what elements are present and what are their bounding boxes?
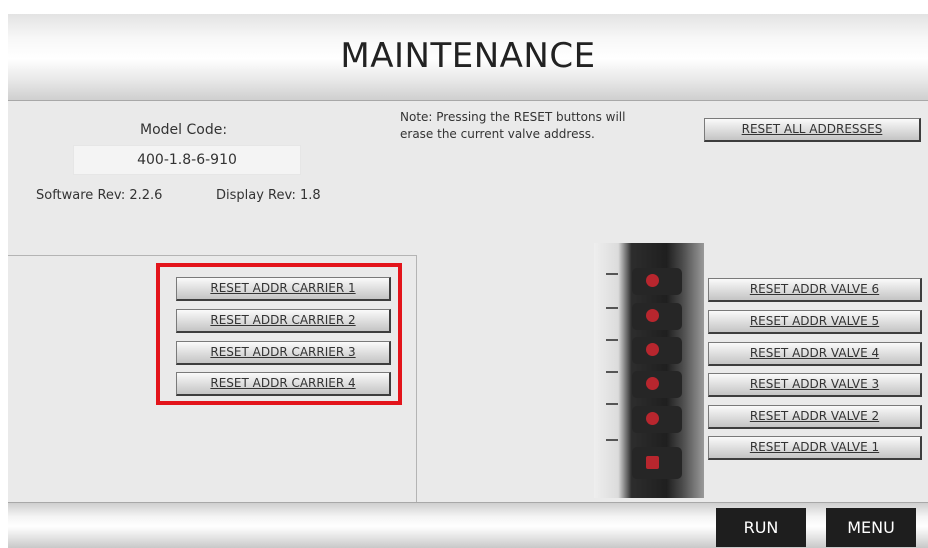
carrier-buttons-highlight [156,263,402,405]
valve-2-image [632,406,682,433]
valve-5-image [632,303,682,330]
reset-note-line-1: Note: Pressing the RESET buttons will [400,110,626,124]
reset-valve-5-button[interactable]: RESET ADDR VALVE 5 [708,310,922,334]
display-rev: Display Rev: 1.8 [216,188,321,203]
valve-3-image [632,371,682,398]
run-button[interactable]: RUN [716,508,806,547]
header-bar: MAINTENANCE [8,14,928,101]
model-code-value: 400-1.8-6-910 [73,145,301,175]
valve-6-image [632,268,682,295]
valve-4-image [632,337,682,364]
reset-valve-3-button[interactable]: RESET ADDR VALVE 3 [708,373,922,397]
software-rev: Software Rev: 2.2.6 [36,188,163,203]
menu-button[interactable]: MENU [826,508,916,547]
valve-1-image [632,447,682,479]
page-title: MAINTENANCE [340,36,596,76]
reset-valve-1-button[interactable]: RESET ADDR VALVE 1 [708,436,922,460]
reset-note: Note: Pressing the RESET buttons will er… [400,109,700,143]
reset-valve-6-button[interactable]: RESET ADDR VALVE 6 [708,278,922,302]
reset-all-addresses-button[interactable]: RESET ALL ADDRESSES [704,118,921,142]
model-code-label: Model Code: [140,122,228,138]
valve-manifold-image [594,243,704,498]
reset-note-line-2: erase the current valve address. [400,127,595,141]
reset-valve-2-button[interactable]: RESET ADDR VALVE 2 [708,405,922,429]
reset-valve-4-button[interactable]: RESET ADDR VALVE 4 [708,342,922,366]
